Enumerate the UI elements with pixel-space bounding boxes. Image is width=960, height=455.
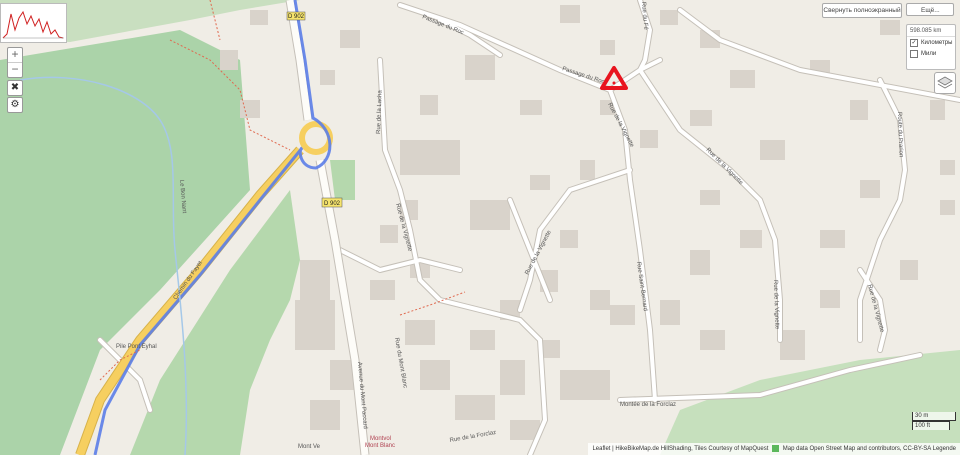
unit-kilometers-option[interactable]: ✓ Километры [907, 37, 955, 48]
label-rue-vignette-d: Rue de la Vignette [772, 280, 780, 330]
label-mont-ve: Mont Ve [298, 444, 321, 450]
fullscreen-icon[interactable]: ✖ [7, 80, 23, 96]
label-pont-eyhal: Pile Pont Eyhal [116, 344, 157, 350]
more-menu-button[interactable]: Ещё... [906, 3, 954, 16]
attribution: Leaflet | HikeBikeMap.de HillShading, Ti… [588, 443, 960, 455]
layers-button[interactable] [934, 72, 956, 94]
scale-feet: 100 ft [912, 421, 950, 430]
zoom-in-button[interactable]: + [8, 48, 22, 63]
map-canvas[interactable]: D 902 D 902 Passage du Roc Passage du Ro… [0, 0, 960, 455]
checkbox-miles[interactable] [910, 49, 918, 58]
checkbox-kilometers[interactable]: ✓ [910, 38, 918, 47]
scale-bar: 30 m 100 ft [912, 412, 956, 430]
zoom-control: + − [7, 47, 23, 78]
zoom-out-button[interactable]: − [8, 63, 22, 77]
forest-area [330, 160, 355, 200]
svg-text:D 902: D 902 [288, 14, 305, 20]
label-rue-vignette-a: Rue de la Vignette [606, 102, 635, 149]
scale-meters: 30 m [912, 412, 956, 421]
label-mont-blanc: Mont Blanc [365, 443, 395, 449]
distance-panel: 598.085 km ✓ Километры Мили [906, 24, 956, 70]
unit-kilometers-label: Километры [921, 39, 953, 46]
attribution-text: Leaflet | HikeBikeMap.de HillShading, Ti… [592, 446, 769, 452]
label-rue-prarion: Route du Prarion [896, 112, 904, 158]
fullscreen-exit-button[interactable]: Свернуть полноэкранный [822, 3, 902, 18]
label-montvol: Montvol [370, 436, 391, 442]
svg-text:D 902: D 902 [324, 201, 341, 207]
attribution-text-2: Map data Open Street Map and contributor… [782, 446, 956, 452]
route-shield-d902-a: D 902 [286, 11, 306, 21]
unit-miles-option[interactable]: Мили [907, 48, 955, 59]
unit-miles-label: Мили [921, 50, 937, 57]
elevation-profile-thumbnail[interactable] [0, 3, 67, 43]
layers-icon [937, 76, 953, 89]
distance-value: 598.085 km [907, 25, 955, 37]
label-rue-fe: Rue du Fé [640, 2, 648, 31]
settings-icon[interactable]: ⚙ [7, 97, 23, 113]
cc-icon [772, 444, 780, 452]
forest-area [660, 350, 960, 455]
elevation-chart [2, 10, 64, 39]
route-shield-d902-b: D 902 [321, 197, 343, 208]
label-rue-mont-blanc: Rue du Mont Blanc [393, 337, 408, 388]
label-rue-forclaz: Rue de la Forclaz [449, 430, 496, 444]
label-montee-forclaz: Montée de la Forclaz [620, 402, 676, 408]
label-rue-vignette-b: Rue de la Vignette [705, 147, 745, 187]
